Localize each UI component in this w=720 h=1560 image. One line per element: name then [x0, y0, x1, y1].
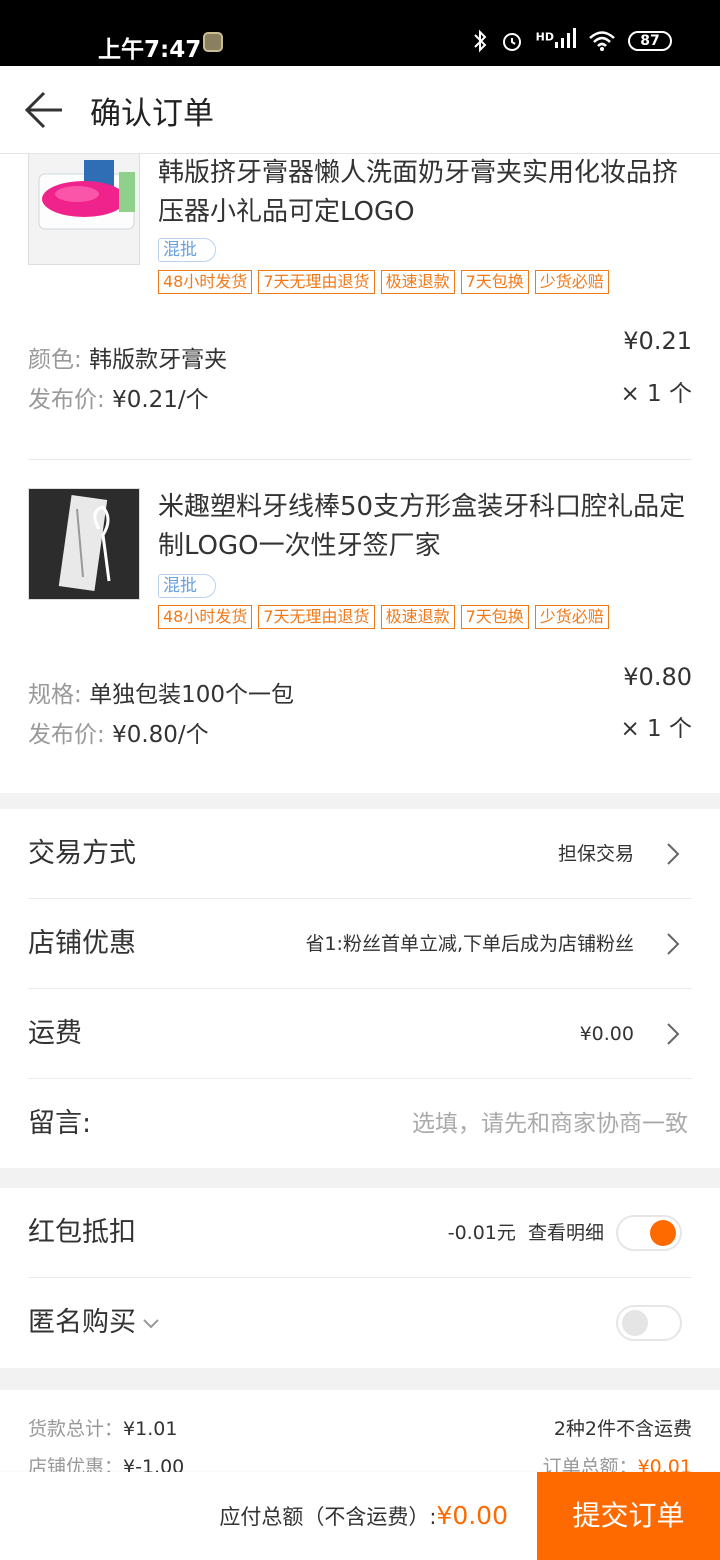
battery-icon: 87 [628, 30, 672, 51]
red-packet-detail[interactable]: -0.01元 查看明细 [448, 1188, 604, 1278]
page-header: 确认订单 [0, 66, 720, 154]
message-input[interactable]: 选填，请先和商家协商一致 [412, 1079, 688, 1169]
product-image[interactable] [28, 488, 140, 600]
message-row[interactable]: 留言: 选填，请先和商家协商一致 [0, 1079, 720, 1169]
goods-total: 货款总计：¥1.01 [28, 1414, 177, 1441]
goods-total-label: 货款总计： [28, 1418, 124, 1440]
chevron-down-icon [143, 1318, 159, 1328]
wifi-icon [589, 30, 615, 51]
service-tag: 极速退款 [380, 270, 455, 294]
bluetooth-icon [473, 29, 487, 52]
section-gap [0, 1368, 720, 1390]
submit-order-button[interactable]: 提交订单 [537, 1472, 720, 1560]
anonymous-purchase-label[interactable]: 匿名购买 [28, 1278, 160, 1368]
section-gap [0, 793, 720, 809]
shop-coupon-label: 店铺优惠 [28, 928, 136, 959]
message-label: 留言: [28, 1108, 92, 1139]
quantity: × 1 个 [620, 716, 692, 742]
anonymous-purchase-text: 匿名购买 [28, 1307, 136, 1338]
hd-label: HD [535, 30, 554, 44]
payable-label: 应付总额（不含运费）: [219, 1505, 437, 1529]
service-tag: 48小时发货 [158, 270, 253, 294]
red-packet-amount: -0.01元 [447, 1222, 516, 1244]
listed-price-value: ¥0.80/个 [112, 722, 209, 748]
app-notification-icon [203, 32, 223, 52]
anonymous-purchase-row: 匿名购买 [0, 1278, 720, 1368]
service-tag: 7天包换 [460, 270, 529, 294]
status-icons: HD 87 [472, 28, 672, 53]
unit-price: ¥0.80 [623, 663, 692, 691]
trade-method-row[interactable]: 交易方式 担保交易 [0, 809, 720, 899]
spec-value: 韩版款牙膏夹 [89, 347, 228, 373]
service-tag: 7天包换 [460, 605, 529, 629]
red-packet-toggle[interactable] [616, 1215, 682, 1251]
shop-coupon-value: 省1:粉丝首单立减,下单后成为店铺粉丝 [305, 933, 634, 955]
product-title[interactable]: 韩版挤牙膏器懒人洗面奶牙膏夹实用化妆品挤压器小礼品可定LOGO [158, 154, 698, 232]
toggle-knob [622, 1310, 648, 1336]
trade-method-label: 交易方式 [28, 838, 136, 869]
status-time: 上午7:47 [98, 37, 202, 63]
service-tags: 48小时发货 7天无理由退货 极速退款 7天包换 少货必赔 [158, 605, 609, 629]
product-spec: 颜色: 韩版款牙膏夹 [28, 340, 227, 374]
red-packet-label: 红包抵扣 [28, 1217, 136, 1248]
shipping-fee-row[interactable]: 运费 ¥0.00 [0, 989, 720, 1079]
items-info-text: 2种2件不含运费 [553, 1418, 692, 1440]
shop-coupon-row[interactable]: 店铺优惠 省1:粉丝首单立减,下单后成为店铺粉丝 [0, 899, 720, 989]
product-title[interactable]: 米趣塑料牙线棒50支方形盒装牙科口腔礼品定制LOGO一次性牙签厂家 [158, 488, 698, 566]
red-packet-row: 红包抵扣 -0.01元 查看明细 [0, 1188, 720, 1278]
service-tag: 48小时发货 [158, 605, 253, 629]
product-spec: 规格: 单独包装100个一包 [28, 675, 294, 709]
payable-total: 应付总额（不含运费）:¥0.00 [219, 1472, 508, 1560]
service-tag: 少货必赔 [534, 270, 609, 294]
checkout-bar: 应付总额（不含运费）:¥0.00 提交订单 [0, 1472, 720, 1560]
product-item[interactable]: 米趣塑料牙线棒50支方形盒装牙科口腔礼品定制LOGO一次性牙签厂家 混批 48小… [0, 488, 720, 793]
spec-value: 单独包装100个一包 [89, 682, 294, 708]
status-bar: 上午7:47 HD 87 [0, 0, 720, 66]
listed-price-key: 发布价: [28, 387, 105, 413]
mix-batch-tag: 混批 [158, 574, 216, 598]
service-tag: 极速退款 [380, 605, 455, 629]
listed-price-value: ¥0.21/个 [112, 387, 209, 413]
product-listed-price: 发布价: ¥0.21/个 [28, 380, 209, 414]
mix-batch-tag: 混批 [158, 238, 216, 262]
trade-method-value: 担保交易 [557, 843, 634, 865]
service-tags: 48小时发货 7天无理由退货 极速退款 7天包换 少货必赔 [158, 270, 609, 294]
section-gap [0, 1168, 720, 1188]
product-divider [28, 459, 692, 460]
spec-key: 规格: [28, 682, 82, 708]
page-title: 确认订单 [90, 96, 214, 132]
payable-amount: ¥0.00 [436, 1501, 508, 1530]
goods-total-value: ¥1.01 [123, 1418, 178, 1440]
chevron-right-icon [667, 933, 680, 955]
unit-price: ¥0.21 [623, 327, 692, 355]
toggle-knob [650, 1220, 676, 1246]
product-item[interactable]: 韩版挤牙膏器懒人洗面奶牙膏夹实用化妆品挤压器小礼品可定LOGO 混批 48小时发… [0, 154, 720, 459]
service-tag: 7天无理由退货 [258, 270, 375, 294]
items-info: 2种2件不含运费 [554, 1414, 692, 1441]
order-summary: 货款总计：¥1.01 2种2件不含运费 店铺优惠：¥-1.00 订单总额：¥0.… [0, 1390, 720, 1480]
back-arrow-icon[interactable] [22, 88, 66, 132]
shipping-fee-value: ¥0.00 [579, 1023, 634, 1045]
quantity: × 1 个 [620, 381, 692, 407]
signal-icon: HD [536, 28, 576, 53]
view-detail-link[interactable]: 查看明细 [528, 1222, 604, 1244]
listed-price-key: 发布价: [28, 722, 105, 748]
shipping-fee-label: 运费 [28, 1018, 82, 1049]
chevron-right-icon [667, 1023, 680, 1045]
product-listed-price: 发布价: ¥0.80/个 [28, 715, 209, 749]
product-image[interactable] [28, 154, 140, 265]
alarm-icon [502, 32, 521, 51]
chevron-right-icon [667, 843, 680, 865]
service-tag: 少货必赔 [534, 605, 609, 629]
spec-key: 颜色: [28, 347, 82, 373]
anonymous-purchase-toggle[interactable] [616, 1305, 682, 1341]
service-tag: 7天无理由退货 [258, 605, 375, 629]
